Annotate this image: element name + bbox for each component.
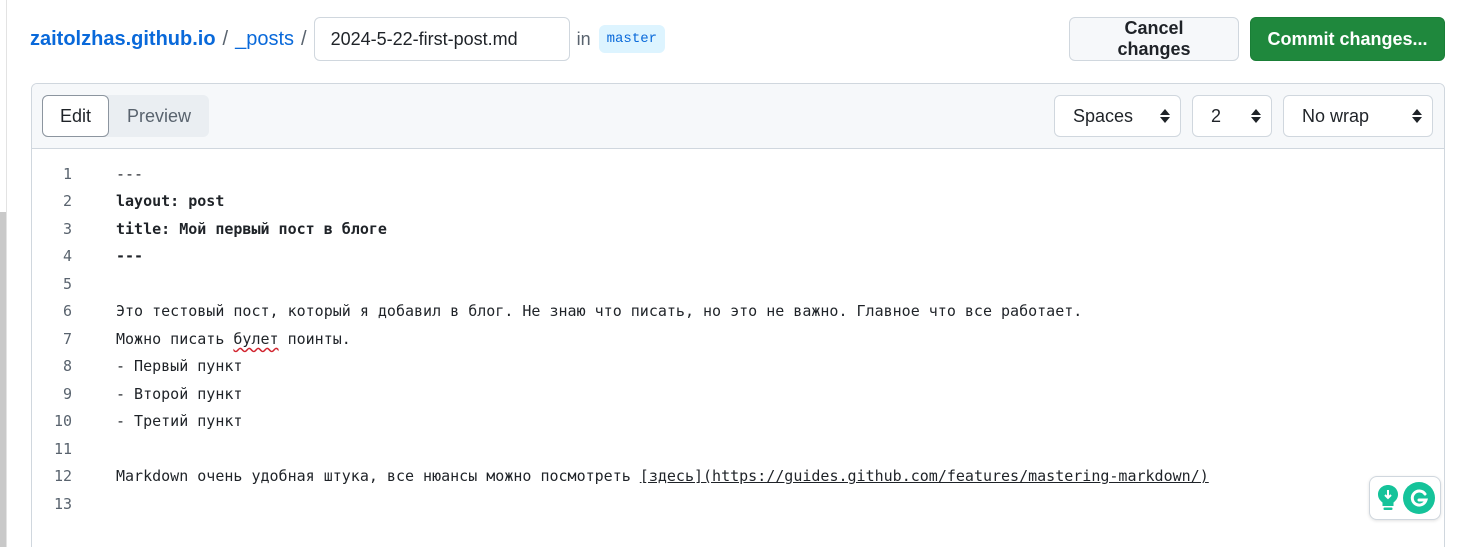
editor-toolbar: Edit Preview Spaces 2 No wrap — [32, 84, 1444, 149]
line-text: - Первый пункт — [116, 357, 243, 376]
wrap-mode-select[interactable]: No wrap — [1283, 95, 1433, 137]
select-arrows-icon — [1412, 109, 1422, 123]
code-line: 6 Это тестовый пост, который я добавил в … — [32, 298, 1444, 326]
code-line: 5 — [32, 270, 1444, 298]
line-number: 5 — [62, 274, 72, 293]
code-line: 7 Можно писать булет поинты. — [32, 325, 1444, 353]
editor-tabs: Edit Preview — [42, 95, 210, 137]
branch-badge: master — [598, 25, 666, 53]
breadcrumb-separator: / — [222, 27, 229, 50]
line-text: Можно писать булет поинты. — [116, 330, 351, 348]
lightbulb-icon[interactable] — [1375, 483, 1401, 513]
yaml-value: post — [179, 192, 225, 211]
line-number: 12 — [53, 467, 72, 486]
line-number: 7 — [62, 329, 72, 348]
select-arrows-icon — [1251, 109, 1261, 123]
line-number: 2 — [62, 192, 72, 211]
text-segment: Можно писать — [116, 329, 234, 348]
indent-size-value: 2 — [1211, 105, 1222, 126]
code-line: 12 Markdown очень удобная штука, все нюан… — [32, 463, 1444, 491]
line-number: 10 — [53, 412, 72, 431]
line-number: 6 — [62, 302, 72, 321]
code-line: 3 title: Мой первый пост в блоге — [32, 215, 1444, 243]
file-editor: Edit Preview Spaces 2 No wrap 1 --- 2 layo… — [31, 83, 1445, 547]
line-text: layout: post — [116, 192, 224, 210]
code-line: 2 layout: post — [32, 188, 1444, 216]
line-number: 9 — [62, 384, 72, 403]
code-line: 4 --- — [32, 243, 1444, 271]
breadcrumb-repo-link[interactable]: zaitolzhas.github.io — [30, 28, 216, 51]
code-line: 11 — [32, 435, 1444, 463]
line-number: 11 — [53, 439, 72, 458]
filename-input[interactable] — [313, 17, 570, 61]
markdown-link-url[interactable]: (https://guides.github.com/features/mast… — [703, 467, 1209, 485]
grammarly-icon[interactable] — [1403, 482, 1435, 514]
spelling-error-word[interactable]: булет — [233, 330, 278, 348]
commit-changes-button[interactable]: Commit changes... — [1250, 17, 1445, 61]
grammarly-widget[interactable] — [1369, 476, 1441, 520]
cancel-changes-button[interactable]: Cancel changes — [1069, 17, 1239, 61]
header-actions: Cancel changes Commit changes... — [1069, 17, 1445, 61]
line-number: 8 — [62, 357, 72, 376]
code-line: 8 - Первый пункт — [32, 353, 1444, 381]
line-text: Markdown очень удобная штука, все нюансы… — [116, 467, 1209, 485]
line-number: 3 — [62, 219, 72, 238]
tab-preview[interactable]: Preview — [109, 95, 209, 137]
code-area[interactable]: 1 --- 2 layout: post 3 title: Мой первый по… — [32, 160, 1444, 518]
text-segment: поинты. — [278, 329, 351, 348]
editor-options: Spaces 2 No wrap — [1054, 95, 1433, 137]
breadcrumb-separator: / — [301, 27, 307, 50]
line-number: 13 — [53, 494, 72, 513]
line-text: title: Мой первый пост в блоге — [116, 220, 387, 238]
select-arrows-icon — [1160, 109, 1170, 123]
indent-size-select[interactable]: 2 — [1192, 95, 1272, 137]
line-number: 4 — [62, 247, 72, 266]
indent-mode-select[interactable]: Spaces — [1054, 95, 1181, 137]
indent-mode-value: Spaces — [1073, 105, 1134, 126]
window-edge — [0, 0, 7, 547]
breadcrumb: zaitolzhas.github.io / _posts / in maste… — [30, 17, 666, 61]
editor-header: zaitolzhas.github.io / _posts / in maste… — [30, 17, 1445, 61]
line-text: --- — [116, 164, 144, 183]
tab-edit[interactable]: Edit — [42, 95, 110, 137]
line-text: - Третий пункт — [116, 412, 243, 431]
branch-in-label: in — [576, 28, 591, 49]
code-line: 1 --- — [32, 160, 1444, 188]
markdown-link-text: [здесь] — [639, 467, 704, 486]
yaml-key: title: — [116, 219, 171, 238]
line-number: 1 — [62, 164, 72, 183]
yaml-key: layout: — [116, 192, 180, 211]
code-line: 13 — [32, 490, 1444, 518]
scrollbar-thumb[interactable] — [0, 212, 6, 547]
code-line: 9 - Второй пункт — [32, 380, 1444, 408]
wrap-mode-value: No wrap — [1302, 105, 1370, 126]
yaml-value: Мой первый пост в блоге — [170, 219, 387, 238]
line-text: - Второй пункт — [116, 384, 243, 403]
text-segment: Markdown очень удобная штука, все нюансы… — [116, 467, 640, 486]
line-text: --- — [116, 247, 144, 266]
breadcrumb-folder-link[interactable]: _posts — [235, 28, 294, 51]
line-text: Это тестовый пост, который я добавил в б… — [116, 302, 1083, 321]
code-line: 10 - Третий пункт — [32, 408, 1444, 436]
